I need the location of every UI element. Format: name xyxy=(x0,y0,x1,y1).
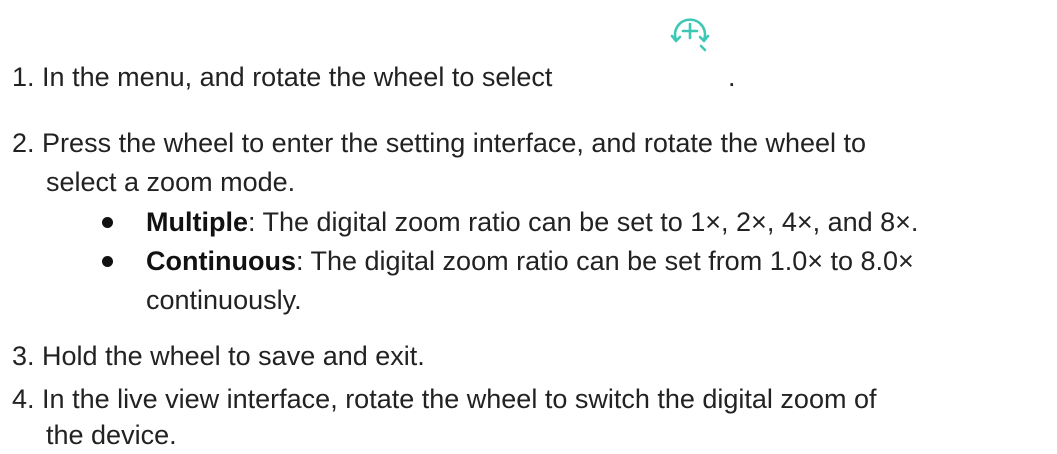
step-4-text: In the live view interface, rotate the w… xyxy=(42,384,877,414)
step-3-number: 3. xyxy=(12,341,35,371)
step-2-continuation: select a zoom mode. xyxy=(46,167,296,197)
bullet-dot xyxy=(102,256,113,267)
step-4: 4. In the live view interface, rotate th… xyxy=(12,382,876,416)
bullet-multiple: Multiple: The digital zoom ratio can be … xyxy=(146,205,918,239)
step-1-number: 1. xyxy=(12,62,35,92)
step-3-text: Hold the wheel to save and exit. xyxy=(42,341,425,371)
bullet-continuous-continuation: continuously. xyxy=(146,285,302,315)
bullet-multiple-text: : The digital zoom ratio can be set to 1… xyxy=(248,207,919,237)
step-1-period: . xyxy=(728,62,736,92)
instruction-document: 1. In the menu, and rotate the wheel to … xyxy=(0,0,1057,454)
zoom-in-rotate-icon xyxy=(670,18,710,52)
bullet-dot xyxy=(102,217,113,228)
step-4-continuation: the device. xyxy=(46,420,177,450)
step-1-text: In the menu, and rotate the wheel to sel… xyxy=(42,62,553,92)
step-1: 1. In the menu, and rotate the wheel to … xyxy=(12,60,552,94)
step-4-number: 4. xyxy=(12,384,35,414)
step-2-text: Press the wheel to enter the setting int… xyxy=(42,128,867,158)
bullet-multiple-term: Multiple xyxy=(146,207,248,237)
bullet-continuous-term: Continuous xyxy=(146,246,296,276)
bullet-continuous-text: : The digital zoom ratio can be set from… xyxy=(295,246,914,276)
bullet-continuous: Continuous: The digital zoom ratio can b… xyxy=(146,244,914,278)
step-2: 2. Press the wheel to enter the setting … xyxy=(12,126,866,160)
step-2-number: 2. xyxy=(12,128,35,158)
step-3: 3. Hold the wheel to save and exit. xyxy=(12,339,425,373)
